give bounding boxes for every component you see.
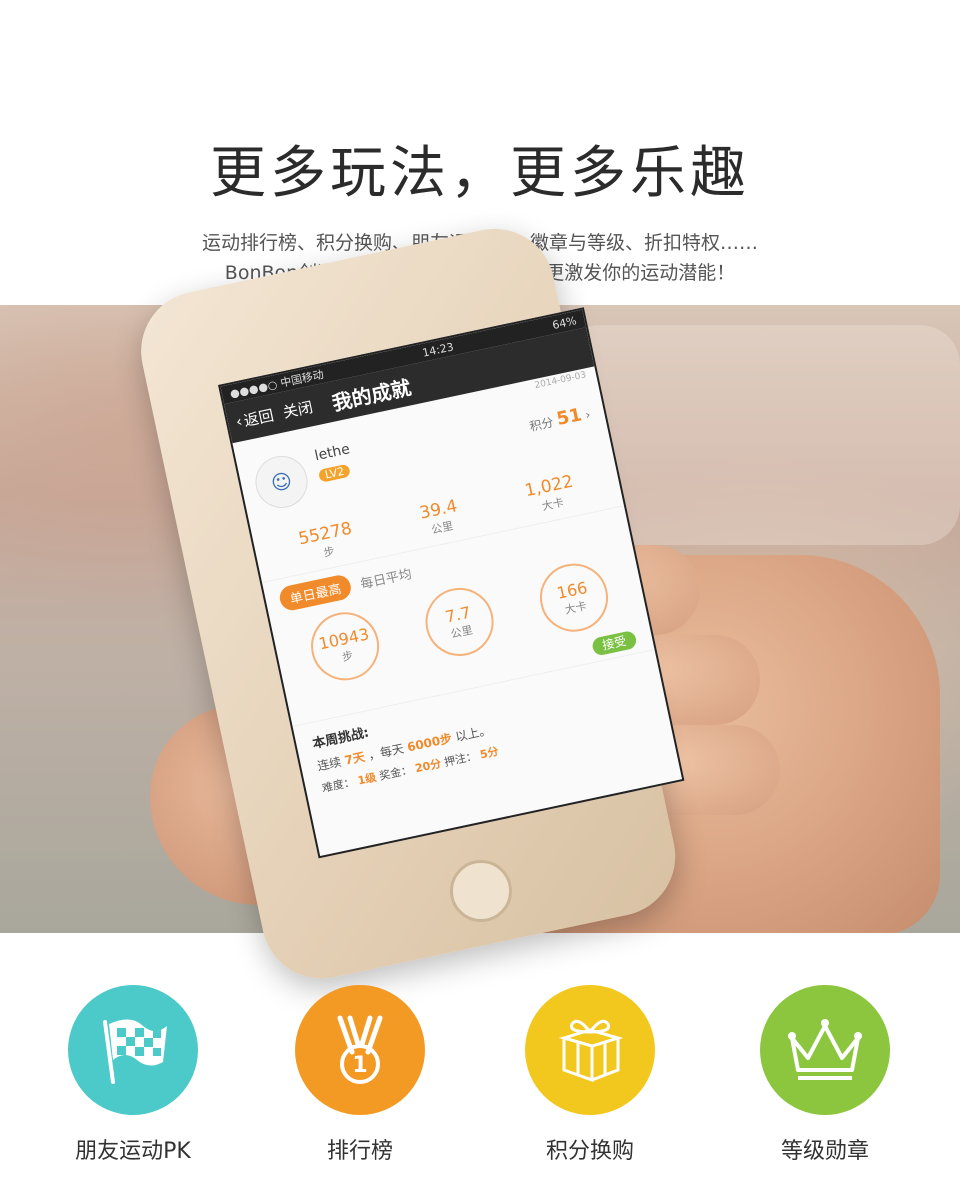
gift-box-icon xyxy=(558,1019,624,1083)
points-link[interactable]: 积分51 › xyxy=(527,403,592,436)
circle-unit: 公里 xyxy=(449,623,474,641)
challenge-text: ，每天 xyxy=(366,741,406,763)
feature-label: 积分换购 xyxy=(545,1139,634,1164)
back-button[interactable]: ‹ 返回 xyxy=(234,404,276,432)
checkered-flag-icon xyxy=(103,1019,167,1084)
close-button[interactable]: 关闭 xyxy=(281,396,315,423)
total-distance: 39.4 公里 xyxy=(418,496,463,539)
medal-icon: 1 xyxy=(337,1015,383,1084)
circle-unit: 大卡 xyxy=(563,598,588,617)
feature-label: 等级勋章 xyxy=(780,1139,869,1164)
home-button[interactable] xyxy=(450,860,512,922)
svg-text:1: 1 xyxy=(352,1053,367,1078)
daily-distance-circle: 7.7 公里 xyxy=(419,581,500,663)
daily-steps-circle: 10943 步 xyxy=(305,605,386,687)
tab-daily-average[interactable]: 每日平均 xyxy=(358,563,413,592)
circle-unit: 步 xyxy=(340,648,355,664)
challenge-text: 难度： xyxy=(320,775,356,796)
points-value: 51 xyxy=(554,404,584,431)
avatar[interactable]: ☺ xyxy=(250,451,313,513)
back-label: 返回 xyxy=(242,405,276,430)
phone-mockup: ●●●●○ 中国移动 14:23 64% ‹ 返回 关闭 我的成就 2014-0… xyxy=(90,217,687,990)
username: lethe xyxy=(313,441,352,465)
total-calories: 1,022 大卡 xyxy=(523,472,578,517)
feature-level-badges[interactable]: 等级勋章 xyxy=(725,985,925,1165)
feature-label: 朋友运动PK xyxy=(75,1139,191,1164)
challenge-text: 以上。 xyxy=(454,722,493,745)
feature-circle xyxy=(525,985,655,1115)
challenge-text: 连续 xyxy=(316,754,343,774)
chevron-right-icon: › xyxy=(584,407,592,423)
feature-label: 排行榜 xyxy=(326,1139,393,1164)
challenge-text: 押注： xyxy=(443,749,479,770)
feature-leaderboard[interactable]: 1 排行榜 xyxy=(260,985,460,1165)
points-label: 积分 xyxy=(528,415,555,434)
feature-circle: 1 xyxy=(295,985,425,1115)
feature-circle xyxy=(68,985,198,1115)
challenge-steps: 6000步 xyxy=(405,731,454,755)
feature-points-exchange[interactable]: 积分换购 xyxy=(490,985,690,1165)
challenge-bonus: 20分 xyxy=(413,757,443,776)
daily-calories-circle: 166 大卡 xyxy=(533,557,614,639)
challenge-difficulty: 1级 xyxy=(356,770,378,788)
feature-circle xyxy=(760,985,890,1115)
challenge-text: 奖金： xyxy=(378,763,414,783)
level-badge: LV2 xyxy=(317,463,352,483)
challenge-bet: 5分 xyxy=(478,744,500,762)
total-steps: 55278 步 xyxy=(297,519,357,565)
crown-icon xyxy=(788,1019,862,1080)
feature-friend-pk[interactable]: 朋友运动PK xyxy=(33,985,233,1165)
challenge-days: 7天 xyxy=(343,749,367,768)
page-title: 更多玩法，更多乐趣 xyxy=(210,141,750,206)
